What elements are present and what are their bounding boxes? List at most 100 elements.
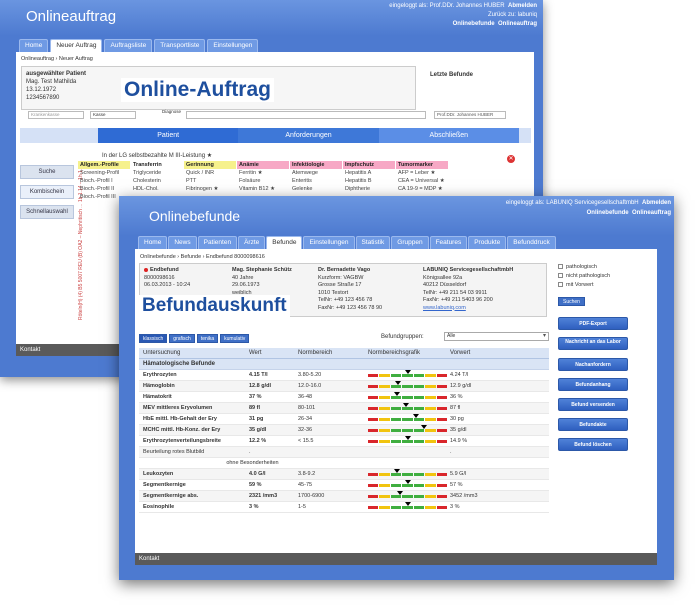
step-anforderungen[interactable]: Anforderungen [238, 128, 379, 143]
table-row[interactable]: Segmentkernige 59 % 45-75 57 % [139, 480, 549, 491]
table-row[interactable]: Leukozyten 4.0 G/l 3.8-9.2 5.9 G/l [139, 469, 549, 480]
suchen-button[interactable]: Suchen [558, 297, 585, 306]
suche-button[interactable]: Suche [20, 165, 74, 179]
nav-onlineauftrag[interactable]: Onlineauftrag [498, 21, 537, 27]
tab-ärzte[interactable]: Ärzte [238, 236, 266, 249]
table-row[interactable]: HbE mittl. Hb-Gehalt der Ery 31 pg 26-34 30… [139, 414, 549, 425]
footer-contact[interactable]: Kontakt [135, 553, 657, 565]
logout-link[interactable]: Abmelden [642, 200, 671, 206]
tab-einstellungen[interactable]: Einstellungen [207, 39, 259, 52]
catalog-item[interactable]: Atemwege [290, 169, 342, 177]
mode-tenika-button[interactable]: tenika [196, 334, 219, 343]
catalog-item[interactable]: CA 19-9 = MDP ★ [396, 185, 448, 193]
patient-age: 40 Jahre [232, 274, 254, 281]
tab-gruppen[interactable]: Gruppen [391, 236, 429, 249]
catalog-item[interactable]: Bioch.-Profil II [78, 185, 130, 193]
table-row[interactable]: Erythrozyten 4.15 T/l 3.80-5.20 4.24 T/l [139, 370, 549, 381]
catalog-item[interactable]: CEA = Universal ★ [396, 177, 448, 185]
step-patient[interactable]: Patient [98, 128, 239, 143]
filter-mit-vorwert[interactable]: mit Vorwert [558, 281, 653, 290]
catalog-item[interactable]: PTT [184, 177, 236, 185]
nav-onlineauftrag[interactable]: Onlineauftrag [632, 210, 671, 216]
tab-auftragsliste[interactable]: Auftragsliste [104, 39, 153, 52]
tab-statistik[interactable]: Statistik [355, 236, 391, 249]
tab-home[interactable]: Home [19, 39, 49, 52]
catalog-item[interactable]: Cholesterin [131, 177, 183, 185]
filter-nicht-pathologisch[interactable]: nicht pathologisch [558, 272, 653, 281]
close-icon[interactable]: ✕ [507, 155, 515, 163]
catalog-item[interactable]: HDL-Chol. [131, 185, 183, 193]
catalog-item[interactable]: Triglyceride [131, 169, 183, 177]
tab-befunde[interactable]: Befunde [266, 236, 303, 249]
lab-website-link[interactable]: www.labuniq.com [423, 305, 513, 313]
catalog-item[interactable]: Quick / INR [184, 169, 236, 177]
catalog-item[interactable]: Gelenke [290, 185, 342, 193]
table-row[interactable]: Erythrozytenverteilungsbreite 12.2 % < 15.… [139, 436, 549, 447]
catalog-item[interactable]: Hepatitis A [343, 169, 395, 177]
table-row[interactable]: ohne Besonderheiten [139, 458, 549, 469]
nav-onlinebefunde[interactable]: Onlinebefunde [453, 21, 495, 27]
pdf-export-button[interactable]: PDF-Export [558, 317, 628, 330]
doctor-select[interactable]: Prof.DDr. Johannes HUBER [434, 111, 506, 119]
catalog-item[interactable]: Folsäure [237, 177, 289, 185]
krankenkasse-input[interactable]: Krankenkasse [28, 111, 84, 119]
mode-klassisch-button[interactable]: klassisch [139, 334, 168, 343]
value-marker-icon [413, 414, 419, 418]
tab-neuer-auftrag[interactable]: Neuer Auftrag [50, 39, 103, 52]
catalog-item[interactable]: Fibrinogen ★ [184, 185, 236, 193]
checkbox-icon[interactable] [558, 273, 563, 279]
table-row[interactable]: MEV mittleres Eryvolumen 89 fl 80-101 87 fl [139, 403, 549, 414]
catalog-item[interactable]: Diphtherie [343, 185, 395, 193]
befundakte-button[interactable]: Befundakte [558, 418, 628, 431]
catalog-item[interactable]: Ferritin ★ [237, 169, 289, 177]
nachricht-labor-button[interactable]: Nachricht an das Labor [558, 337, 628, 350]
checkbox-icon[interactable] [558, 282, 563, 288]
col-normbereich[interactable]: Normbereich [298, 350, 368, 356]
table-row[interactable]: Hämatokrit 37 % 36-48 36 % [139, 392, 549, 403]
catalog-item[interactable]: Hepatitis B [343, 177, 395, 185]
mode-kumulativ-button[interactable]: kumulativ [220, 334, 250, 343]
catalog-item[interactable]: Bioch.-Profil I [78, 177, 130, 185]
tab-transportliste[interactable]: Transportliste [154, 39, 206, 52]
table-row[interactable]: Eosinophile 3 % 1-5 3 % [139, 502, 549, 513]
nav-onlinebefunde[interactable]: Onlinebefunde [587, 210, 629, 216]
befundanhang-button[interactable]: Befundanhang [558, 378, 628, 391]
table-row[interactable]: MCHC mittl. Hb-Konz. der Ery 35 g/dl 32-36… [139, 425, 549, 436]
befund-versenden-button[interactable]: Befund versenden [558, 398, 628, 411]
logged-in-as: eingeloggt als: LABUNIQ Servicegesellsch… [505, 200, 639, 206]
checkbox-icon[interactable] [558, 264, 563, 270]
tab-einstellungen[interactable]: Einstellungen [303, 236, 355, 249]
catalog-header: Tumormarker [396, 161, 448, 169]
catalog-item[interactable]: Vitamin B12 ★ [237, 185, 289, 193]
nachanfordern-button[interactable]: Nachanfordern [558, 358, 628, 371]
value-marker-icon [405, 480, 411, 484]
step-abschliessen[interactable]: Abschließen [378, 128, 519, 143]
col-normbereichsgrafik[interactable]: Normbereichsgrafik [368, 348, 448, 358]
catalog-item[interactable]: Enteritis [290, 177, 342, 185]
table-row[interactable]: Segmentkernige abs. 2321 /mm3 1700-6900 345… [139, 491, 549, 502]
tab-produkte[interactable]: Produkte [468, 236, 507, 249]
col-vorwert[interactable]: Vorwert [448, 350, 508, 356]
back-to-link[interactable]: Zurück zu: labuniq [389, 11, 537, 20]
befund-loeschen-button[interactable]: Befund löschen [558, 438, 628, 451]
mode-grafisch-button[interactable]: grafisch [169, 334, 195, 343]
col-wert[interactable]: Wert [249, 350, 298, 356]
table-row[interactable]: Hämoglobin 12.8 g/dl 12.0-16.0 12.9 g/dl [139, 381, 549, 392]
col-untersuchung[interactable]: Untersuchung [139, 350, 249, 356]
befundgruppen-select[interactable]: Alle [444, 332, 549, 341]
logout-link[interactable]: Abmelden [508, 3, 537, 9]
tab-befunddruck[interactable]: Befunddruck [507, 236, 556, 249]
schnellauswahl-button[interactable]: Schnellauswahl [20, 205, 74, 219]
table-row[interactable]: Beurteilung rotes Blutbild.. [139, 447, 549, 458]
catalog-item[interactable]: Screening-Profil [78, 169, 130, 177]
tab-home[interactable]: Home [138, 236, 168, 249]
tab-patienten[interactable]: Patienten [197, 236, 238, 249]
tab-news[interactable]: News [168, 236, 197, 249]
tab-features[interactable]: Features [429, 236, 468, 249]
kombischein-button[interactable]: Kombischein [20, 185, 74, 199]
filter-pathologisch[interactable]: pathologisch [558, 263, 653, 272]
diagnose-label: Diagnose [162, 109, 182, 114]
kasse-select[interactable]: Kasse [90, 111, 136, 119]
catalog-item[interactable]: AFP = Leber ★ [396, 169, 448, 177]
diagnose-input[interactable] [186, 111, 426, 119]
